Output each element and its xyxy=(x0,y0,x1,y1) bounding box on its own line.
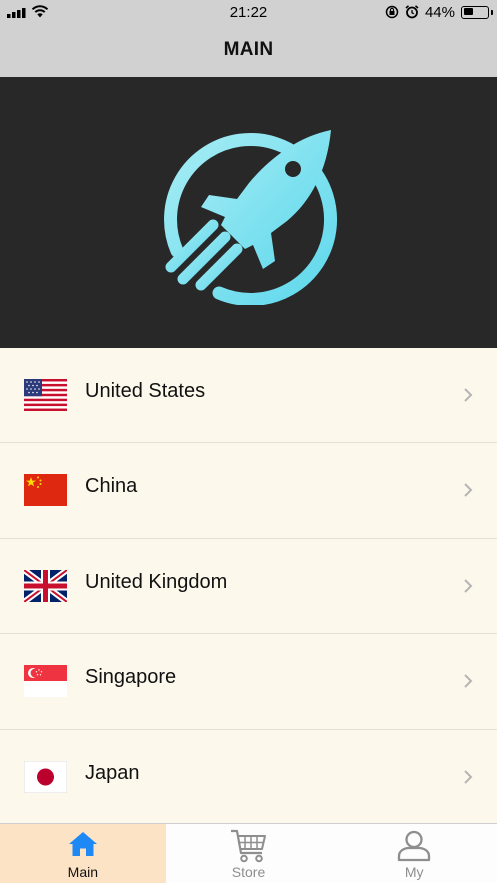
hero-banner xyxy=(0,77,497,348)
country-label: Singapore xyxy=(85,666,177,689)
country-row-united-states[interactable]: United States xyxy=(0,348,497,444)
chevron-right-icon xyxy=(464,674,473,688)
status-bar: 21:22 44% xyxy=(0,0,497,24)
battery-icon xyxy=(461,5,493,19)
country-row-united-kingdom[interactable]: United Kingdom xyxy=(0,538,497,635)
battery-fill xyxy=(463,8,474,15)
chevron-right-icon xyxy=(464,388,473,402)
navigation-bar: MAIN xyxy=(0,24,497,77)
user-icon xyxy=(398,830,431,862)
tab-label: Store xyxy=(231,864,266,880)
chevron-right-icon xyxy=(464,769,473,784)
country-row-japan[interactable]: Japan xyxy=(0,729,497,825)
tab-my[interactable]: My xyxy=(331,824,497,883)
country-list: United States China United Kingdom Singa… xyxy=(0,348,497,825)
country-label: Japan xyxy=(85,761,140,784)
rocket-icon xyxy=(164,130,337,305)
battery-percent: 44% xyxy=(424,3,455,21)
page-title: MAIN xyxy=(223,39,274,60)
tab-store[interactable]: Store xyxy=(166,824,332,883)
flag-cn-icon xyxy=(24,474,67,507)
tab-label: Main xyxy=(67,864,99,880)
alarm-icon xyxy=(405,5,419,19)
chevron-right-icon xyxy=(464,483,473,498)
tab-bar: Main Store My xyxy=(0,823,497,883)
country-label: United States xyxy=(85,380,206,402)
flag-us-icon xyxy=(24,379,67,411)
chevron-right-icon xyxy=(464,579,473,593)
status-right-group: 44% xyxy=(385,3,493,21)
flag-jp-icon xyxy=(24,760,67,793)
cart-icon xyxy=(230,829,266,863)
country-label: United Kingdom xyxy=(85,570,228,593)
country-row-china[interactable]: China xyxy=(0,443,497,539)
home-icon xyxy=(68,832,97,856)
country-row-singapore[interactable]: Singapore xyxy=(0,634,497,730)
flag-sg-icon xyxy=(24,665,67,698)
country-label: China xyxy=(85,475,138,498)
tab-main[interactable]: Main xyxy=(0,824,166,883)
tab-label: My xyxy=(404,864,424,880)
flag-uk-icon xyxy=(24,569,67,602)
rotation-lock-icon xyxy=(385,5,399,19)
